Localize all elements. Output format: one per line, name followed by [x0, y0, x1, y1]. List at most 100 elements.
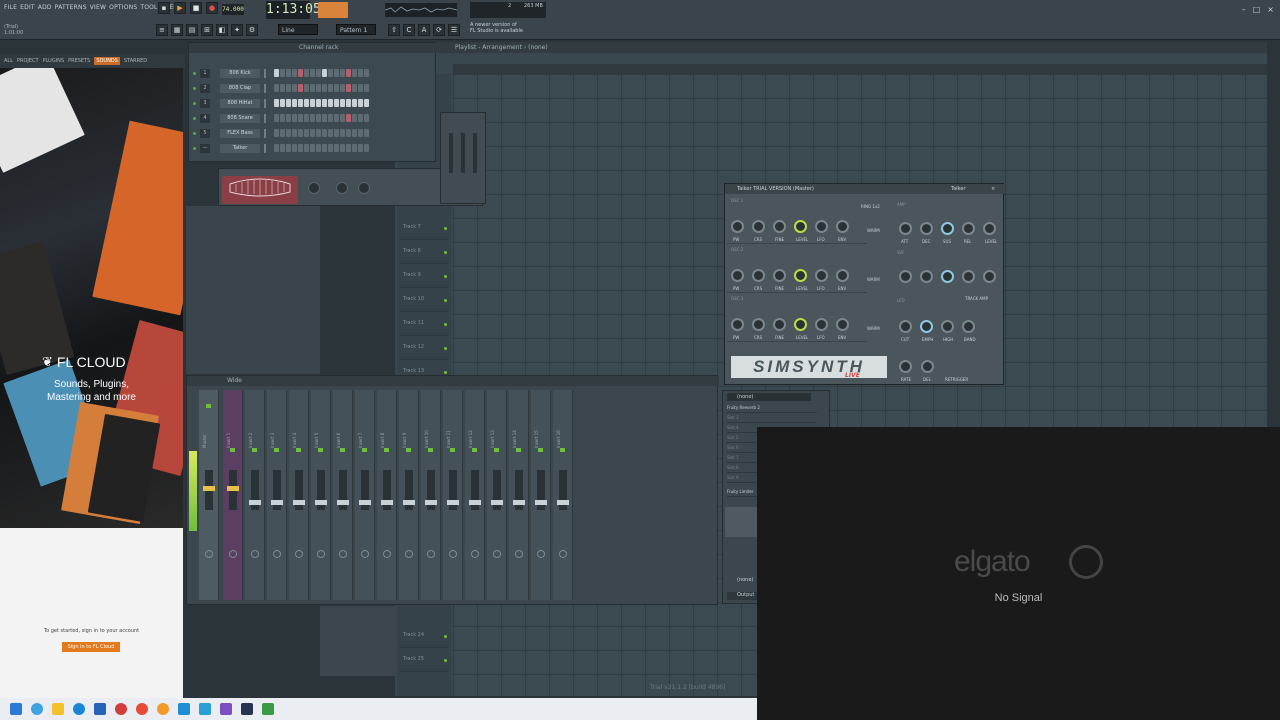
- step-button[interactable]: [316, 114, 321, 122]
- mixer-insert-channel[interactable]: Insert 3: [267, 390, 287, 600]
- loop-icon[interactable]: ⟳: [433, 24, 445, 36]
- envelope-knob[interactable]: [962, 270, 975, 283]
- step-button[interactable]: [274, 69, 279, 77]
- windows-start-icon[interactable]: [10, 703, 22, 715]
- app-icon[interactable]: [241, 703, 253, 715]
- menu-options[interactable]: OPTIONS: [109, 4, 137, 16]
- minimize-icon[interactable]: –: [1242, 5, 1246, 14]
- channel-mute-led[interactable]: [193, 146, 196, 150]
- step-button[interactable]: [286, 69, 291, 77]
- step-button[interactable]: [280, 69, 285, 77]
- insert-preset-select[interactable]: (none): [727, 393, 811, 401]
- track-header[interactable]: Track 8: [399, 242, 449, 264]
- mixer-insert-channel[interactable]: Insert 10: [421, 390, 441, 600]
- channel-row[interactable]: 2 808 Clap: [193, 82, 369, 94]
- mixer-insert-channel[interactable]: Insert 5: [311, 390, 331, 600]
- app-icon[interactable]: [115, 703, 127, 715]
- tab-project[interactable]: PROJECT: [17, 58, 39, 64]
- channel-mute-led[interactable]: [193, 131, 196, 135]
- insert-fader-cap[interactable]: [227, 486, 239, 491]
- stop-button[interactable]: ■: [190, 2, 202, 14]
- step-button[interactable]: [334, 114, 339, 122]
- step-button[interactable]: [340, 114, 345, 122]
- pattern-selector[interactable]: Pattern 1: [336, 24, 376, 35]
- channel-mute-led[interactable]: [193, 101, 196, 105]
- insert-slot-reeverb[interactable]: Fruity Reeverb 2: [727, 405, 817, 413]
- envelope-knob[interactable]: [983, 222, 996, 235]
- app-icon[interactable]: [178, 703, 190, 715]
- osc-knob[interactable]: [794, 220, 807, 233]
- insert-active-led[interactable]: [362, 448, 367, 452]
- insert-active-led[interactable]: [406, 448, 411, 452]
- step-button[interactable]: [274, 114, 279, 122]
- insert-fader-cap[interactable]: [425, 500, 437, 505]
- osc-knob[interactable]: [773, 318, 786, 331]
- step-button[interactable]: [298, 69, 303, 77]
- step-button[interactable]: [304, 69, 309, 77]
- channel-name-button[interactable]: 808 Snare: [220, 113, 260, 123]
- osc-knob[interactable]: [836, 318, 849, 331]
- eq-graph[interactable]: [725, 507, 759, 537]
- insert-send-knob[interactable]: [515, 550, 523, 558]
- step-button[interactable]: [304, 114, 309, 122]
- step-button[interactable]: [304, 129, 309, 137]
- cutoff-knob[interactable]: [308, 182, 320, 194]
- menu-patterns[interactable]: PATTERNS: [55, 4, 87, 16]
- step-button[interactable]: [346, 99, 351, 107]
- envelope-knob[interactable]: [941, 270, 954, 283]
- warm-label[interactable]: WARM: [867, 326, 880, 331]
- step-button[interactable]: [358, 69, 363, 77]
- step-button[interactable]: [292, 129, 297, 137]
- step-button[interactable]: [286, 129, 291, 137]
- step-button[interactable]: [334, 99, 339, 107]
- view-rack-icon[interactable]: ▤: [186, 24, 198, 36]
- step-button[interactable]: [304, 84, 309, 92]
- step-button[interactable]: [352, 84, 357, 92]
- step-button[interactable]: [292, 114, 297, 122]
- snap-select[interactable]: Line: [278, 24, 318, 35]
- osc-knob[interactable]: [794, 318, 807, 331]
- step-button[interactable]: [346, 69, 351, 77]
- step-button[interactable]: [334, 84, 339, 92]
- alt-key[interactable]: A: [418, 24, 430, 36]
- insert-fader-cap[interactable]: [491, 500, 503, 505]
- filter-knob[interactable]: [962, 320, 975, 333]
- insert-fader-cap[interactable]: [535, 500, 547, 505]
- step-button[interactable]: [340, 99, 345, 107]
- tab-sounds[interactable]: SOUNDS: [94, 57, 120, 65]
- lfo-label[interactable]: DEL: [923, 377, 931, 382]
- step-button[interactable]: [292, 144, 297, 152]
- step-button[interactable]: [274, 84, 279, 92]
- signin-button[interactable]: Sign in to FL Cloud: [62, 642, 120, 652]
- step-button[interactable]: [322, 99, 327, 107]
- channel-name-button[interactable]: FLEX Bass: [220, 128, 260, 138]
- mixer-insert-channel[interactable]: Insert 2: [245, 390, 265, 600]
- view-playlist-icon[interactable]: ≡: [156, 24, 168, 36]
- insert-send-knob[interactable]: [339, 550, 347, 558]
- osc-knob[interactable]: [815, 318, 828, 331]
- step-button[interactable]: [316, 144, 321, 152]
- insert-fader-cap[interactable]: [403, 500, 415, 505]
- step-button[interactable]: [304, 99, 309, 107]
- insert-send-knob[interactable]: [449, 550, 457, 558]
- insert-fader-cap[interactable]: [513, 500, 525, 505]
- step-button[interactable]: [280, 99, 285, 107]
- insert-active-led[interactable]: [384, 448, 389, 452]
- step-button[interactable]: [358, 84, 363, 92]
- step-button[interactable]: [286, 99, 291, 107]
- view-channel-icon[interactable]: ⚙: [246, 24, 258, 36]
- osc-knob[interactable]: [836, 269, 849, 282]
- pat-song-toggle[interactable]: ▪: [158, 2, 170, 14]
- instrument-pad[interactable]: [222, 176, 298, 204]
- mixer-insert-channel[interactable]: Insert 15: [531, 390, 551, 600]
- step-button[interactable]: [364, 99, 369, 107]
- osc-knob[interactable]: [752, 318, 765, 331]
- insert-send-knob[interactable]: [427, 550, 435, 558]
- chrome-icon[interactable]: [136, 703, 148, 715]
- step-button[interactable]: [358, 129, 363, 137]
- step-button[interactable]: [358, 114, 363, 122]
- envelope-knob[interactable]: [920, 270, 933, 283]
- channel-row[interactable]: 3 808 HiHat: [193, 97, 369, 109]
- insert-fader-cap[interactable]: [337, 500, 349, 505]
- channel-row[interactable]: 1 808 Kick: [193, 67, 369, 79]
